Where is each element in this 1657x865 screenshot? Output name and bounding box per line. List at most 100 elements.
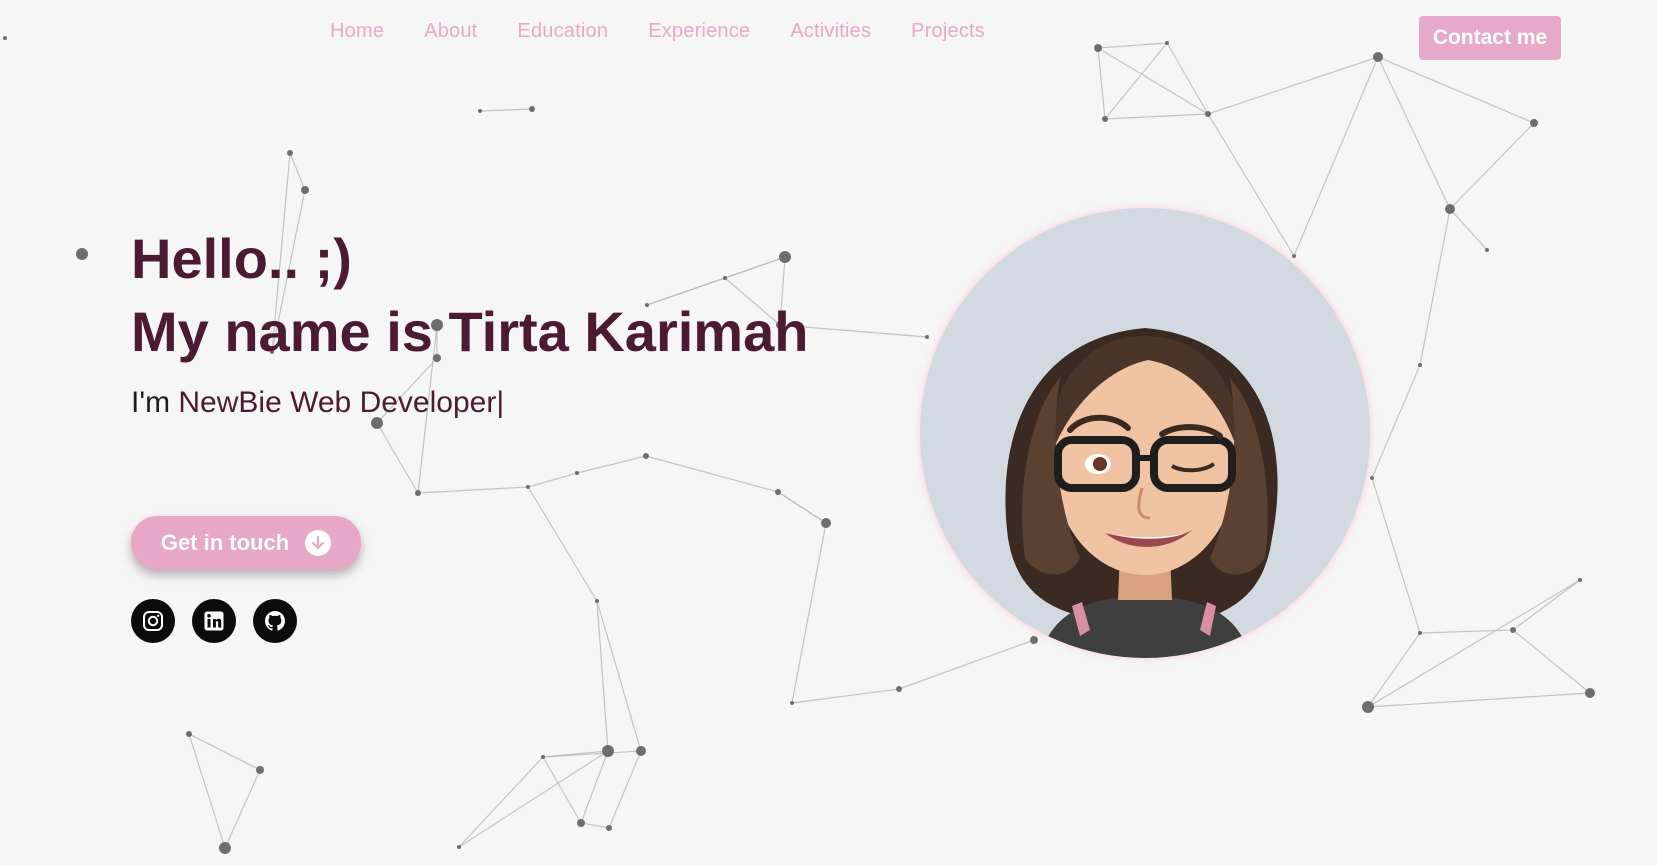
network-link bbox=[527, 486, 598, 602]
network-node bbox=[595, 599, 599, 603]
hero-subtitle: I'm NewBie Web Developer| bbox=[131, 386, 504, 420]
network-node bbox=[1585, 688, 1595, 698]
nav-about[interactable]: About bbox=[424, 20, 477, 43]
particle-network-background bbox=[3, 36, 1595, 854]
hero-title: Hello.. ;) My name is Tirta Karimah bbox=[131, 222, 808, 368]
network-link bbox=[1207, 56, 1379, 115]
network-link bbox=[645, 455, 779, 493]
network-link bbox=[596, 600, 642, 752]
github-icon[interactable] bbox=[253, 599, 297, 643]
network-node bbox=[1030, 636, 1038, 644]
network-link bbox=[1371, 364, 1421, 479]
network-node bbox=[1418, 363, 1422, 367]
network-node bbox=[1373, 52, 1383, 62]
network-link bbox=[580, 822, 610, 829]
network-node bbox=[287, 150, 293, 156]
network-node bbox=[577, 819, 585, 827]
network-node bbox=[1102, 116, 1108, 122]
network-node bbox=[602, 745, 614, 757]
network-node bbox=[1370, 476, 1374, 480]
network-link bbox=[777, 491, 827, 524]
network-node bbox=[1205, 111, 1211, 117]
avatar-illustration bbox=[1005, 328, 1278, 658]
network-node bbox=[301, 186, 309, 194]
network-node bbox=[1292, 254, 1296, 258]
network-node bbox=[1445, 204, 1455, 214]
nav-projects[interactable]: Projects bbox=[911, 20, 985, 43]
contact-me-button[interactable]: Contact me bbox=[1419, 16, 1561, 60]
network-node bbox=[636, 746, 646, 756]
typing-cursor: | bbox=[496, 386, 505, 419]
network-link bbox=[1104, 42, 1168, 120]
network-link bbox=[458, 750, 609, 848]
network-link bbox=[1419, 208, 1451, 366]
network-node bbox=[1530, 119, 1538, 127]
network-node bbox=[186, 731, 192, 737]
network-link bbox=[1449, 208, 1488, 251]
network-node bbox=[1485, 248, 1489, 252]
network-link bbox=[527, 472, 578, 488]
network-node bbox=[256, 766, 264, 774]
network-node bbox=[643, 453, 649, 459]
network-link bbox=[791, 522, 827, 704]
network-node bbox=[575, 471, 579, 475]
network-link bbox=[417, 486, 529, 494]
network-node bbox=[606, 825, 612, 831]
network-link bbox=[576, 455, 647, 474]
hero-greeting: Hello.. ;) bbox=[131, 227, 352, 290]
network-node bbox=[478, 109, 482, 113]
network-link bbox=[1367, 632, 1421, 708]
network-node bbox=[415, 490, 421, 496]
network-link bbox=[376, 422, 419, 494]
network-link bbox=[289, 152, 306, 191]
network-link bbox=[1371, 477, 1421, 634]
network-node bbox=[1094, 44, 1102, 52]
network-node bbox=[457, 845, 461, 849]
network-node bbox=[3, 36, 7, 40]
instagram-icon[interactable] bbox=[131, 599, 175, 643]
network-link bbox=[1097, 42, 1168, 49]
nav-home[interactable]: Home bbox=[330, 20, 384, 43]
network-link bbox=[1166, 42, 1209, 115]
network-node bbox=[541, 755, 545, 759]
hero-sub-prefix: I'm bbox=[131, 386, 179, 419]
hero-name: My name is Tirta Karimah bbox=[131, 300, 809, 363]
network-link bbox=[458, 756, 544, 848]
network-link bbox=[1512, 629, 1591, 694]
network-link bbox=[1293, 56, 1379, 257]
network-node bbox=[790, 701, 794, 705]
nav-experience[interactable]: Experience bbox=[648, 20, 750, 43]
network-link bbox=[188, 733, 261, 771]
nav-activities[interactable]: Activities bbox=[790, 20, 871, 43]
get-in-touch-button[interactable]: Get in touch bbox=[131, 516, 361, 569]
network-link bbox=[791, 688, 900, 704]
network-link bbox=[1377, 56, 1451, 210]
network-node bbox=[1510, 627, 1516, 633]
network-link bbox=[596, 600, 609, 752]
network-link bbox=[1367, 579, 1581, 708]
network-link bbox=[188, 733, 226, 849]
network-node bbox=[925, 335, 929, 339]
network-node bbox=[1362, 701, 1374, 713]
network-link bbox=[1097, 47, 1209, 115]
network-node bbox=[1578, 578, 1582, 582]
network-node bbox=[526, 485, 530, 489]
network-node bbox=[529, 106, 535, 112]
network-link bbox=[1419, 629, 1514, 634]
nav-education[interactable]: Education bbox=[517, 20, 608, 43]
get-in-touch-label: Get in touch bbox=[160, 529, 290, 555]
avatar bbox=[920, 208, 1370, 658]
network-node bbox=[896, 686, 902, 692]
network-node bbox=[1165, 41, 1169, 45]
network-link bbox=[479, 108, 533, 112]
linkedin-icon[interactable] bbox=[192, 599, 236, 643]
network-node bbox=[76, 248, 88, 260]
network-link bbox=[1104, 113, 1209, 120]
network-node bbox=[821, 518, 831, 528]
network-link bbox=[1367, 692, 1591, 708]
network-link bbox=[224, 769, 261, 849]
network-link bbox=[580, 750, 609, 824]
main-nav: Home About Education Experience Activiti… bbox=[330, 20, 985, 43]
network-link bbox=[608, 750, 642, 829]
network-node bbox=[775, 489, 781, 495]
